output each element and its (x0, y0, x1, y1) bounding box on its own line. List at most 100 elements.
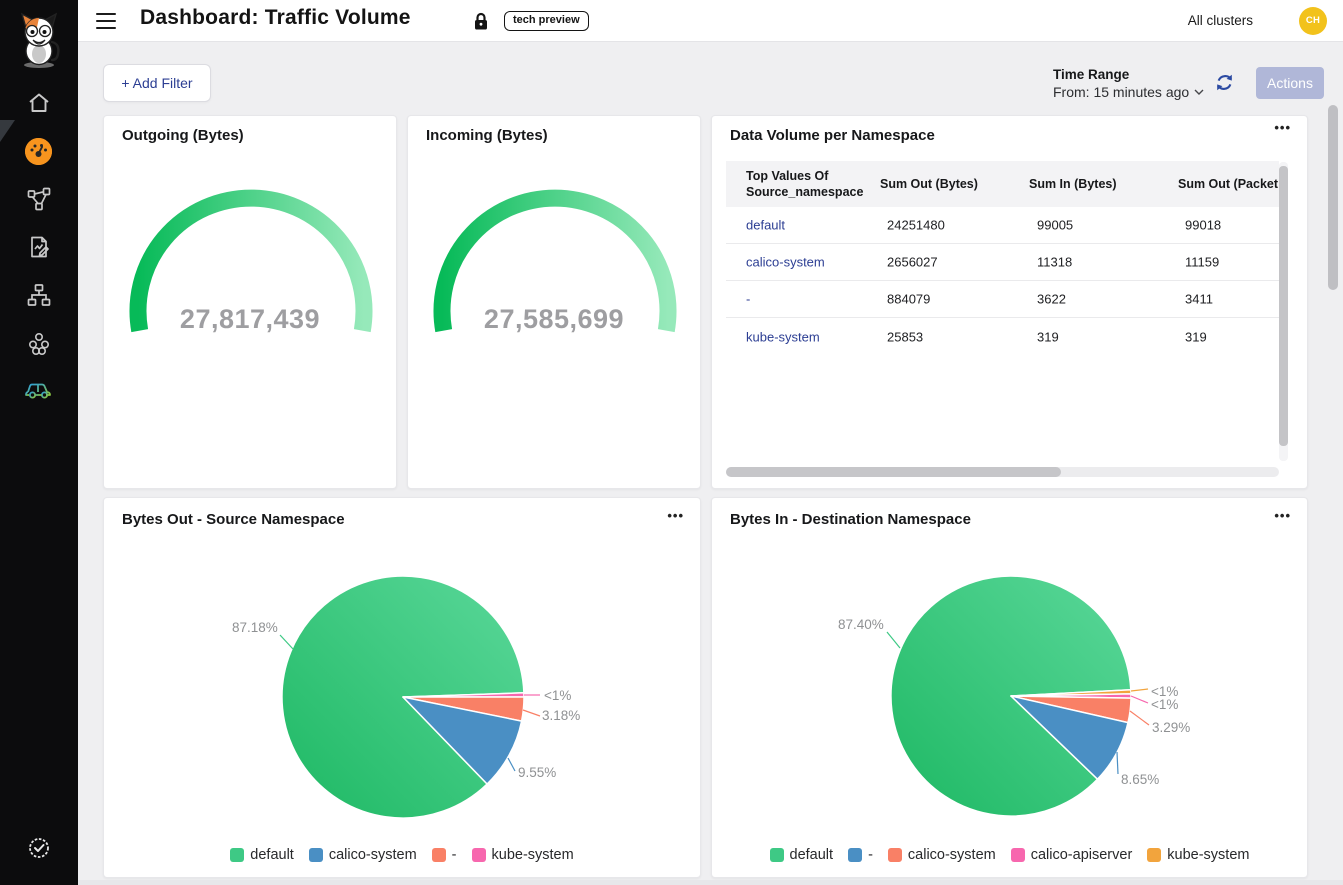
legend-label: - (868, 847, 873, 863)
panel-title: Bytes In - Destination Namespace (730, 511, 971, 528)
legend-label: default (250, 847, 294, 863)
legend-item-default[interactable]: default (770, 847, 834, 863)
leader-line (508, 758, 515, 771)
legend-item-dash[interactable]: - (432, 847, 457, 863)
pie-label-calico-apiserver: <1% (1151, 697, 1178, 712)
incoming-value: 27,585,699 (408, 304, 700, 335)
legend-item-default[interactable]: default (230, 847, 294, 863)
panel-title: Outgoing (Bytes) (122, 127, 244, 144)
refresh-icon[interactable] (1215, 73, 1234, 92)
legend-item-calico-system[interactable]: calico-system (309, 847, 417, 863)
compliance-badge-icon[interactable] (27, 836, 51, 860)
pie-legend: default calico-system - kube-system (104, 847, 700, 863)
home-icon[interactable] (27, 91, 51, 115)
legend-label: calico-system (908, 847, 996, 863)
namespace-link[interactable]: - (746, 292, 750, 307)
legend-swatch-pink (1011, 848, 1025, 862)
legend-item-kube-system[interactable]: kube-system (472, 847, 574, 863)
table-horizontal-scrollbar[interactable] (726, 467, 1061, 477)
legend-item-calico-system[interactable]: calico-system (888, 847, 996, 863)
legend-label: - (452, 847, 457, 863)
namespace-table: Top Values Of Source_namespace Sum Out (… (726, 161, 1279, 461)
avatar[interactable]: CH (1299, 7, 1327, 35)
legend-label: kube-system (1167, 847, 1249, 863)
table-vertical-scrollbar[interactable] (1279, 166, 1288, 446)
cluster-selector[interactable]: All clusters (1188, 13, 1253, 28)
leader-line (1131, 689, 1148, 691)
sum-out-packets-value: 319 (1185, 329, 1207, 344)
workloads-icon[interactable] (27, 331, 51, 355)
panel-title: Incoming (Bytes) (426, 127, 548, 144)
sum-in-value: 99005 (1037, 218, 1073, 233)
time-range: Time Range From: 15 minutes ago (1053, 67, 1204, 100)
pie-label-calico-system: 3.29% (1152, 720, 1190, 735)
column-header-sum-out: Sum Out (Bytes) (880, 176, 978, 192)
network-tree-icon[interactable] (27, 283, 51, 307)
incoming-gauge (408, 116, 702, 490)
page-scrollbar[interactable] (1328, 105, 1338, 290)
pie-label-calico-system: 9.55% (518, 765, 556, 780)
panel-menu-icon[interactable]: ••• (667, 508, 684, 523)
add-filter-button[interactable]: + Add Filter (103, 64, 211, 102)
legend-swatch-salmon (432, 848, 446, 862)
panel-bytes-in-pie: Bytes In - Destination Namespace ••• 87.… (711, 497, 1308, 878)
panel-bytes-out-pie: Bytes Out - Source Namespace ••• 87.18% … (103, 497, 701, 878)
lock-icon (473, 12, 489, 31)
pie-legend: default - calico-system calico-apiserver… (712, 847, 1307, 863)
pie-label-default: 87.18% (232, 620, 278, 635)
legend-swatch-salmon (888, 848, 902, 862)
flow-logs-icon[interactable] (27, 235, 51, 259)
bytes-out-pie-chart (104, 536, 702, 836)
sidebar (0, 0, 78, 885)
leader-line (1117, 752, 1118, 774)
table-row: default 24251480 99005 99018 (726, 207, 1279, 244)
namespace-link[interactable]: default (746, 218, 785, 233)
sum-out-value: 884079 (887, 292, 930, 307)
table-row: calico-system 2656027 11318 11159 (726, 244, 1279, 281)
outgoing-value: 27,817,439 (104, 304, 396, 335)
table-row: - 884079 3622 3411 (726, 281, 1279, 318)
leader-line (280, 635, 293, 649)
legend-item-kube-system[interactable]: kube-system (1147, 847, 1249, 863)
page-title: Dashboard: Traffic Volume (140, 6, 411, 30)
legend-swatch-green (230, 848, 244, 862)
panel-menu-icon[interactable]: ••• (1274, 508, 1291, 523)
sum-out-packets-value: 11159 (1185, 255, 1219, 270)
pie-label-kube-system: <1% (544, 688, 571, 703)
panel-menu-icon[interactable]: ••• (1274, 120, 1291, 135)
legend-label: kube-system (492, 847, 574, 863)
legend-item-dash[interactable]: - (848, 847, 873, 863)
leader-line (1130, 711, 1149, 725)
leader-line (887, 632, 900, 648)
leader-line (523, 710, 540, 716)
table-header-row: Top Values Of Source_namespace Sum Out (… (726, 161, 1279, 207)
legend-label: calico-system (329, 847, 417, 863)
bytes-in-pie-chart (712, 536, 1309, 836)
panel-incoming-bytes: Incoming (Bytes) 27,585,699 (407, 115, 701, 489)
legend-swatch-blue (848, 848, 862, 862)
legend-label: calico-apiserver (1031, 847, 1133, 863)
column-header-sum-in: Sum In (Bytes) (1029, 176, 1117, 192)
time-range-dropdown[interactable]: From: 15 minutes ago (1053, 84, 1204, 100)
time-range-value: From: 15 minutes ago (1053, 84, 1189, 100)
sum-out-value: 24251480 (887, 218, 945, 233)
namespace-link[interactable]: kube-system (746, 329, 820, 344)
dashboard-icon-active[interactable] (25, 138, 52, 165)
service-graph-icon[interactable] (27, 187, 51, 211)
traffic-car-icon[interactable] (25, 377, 53, 401)
calico-cat-logo[interactable] (14, 8, 64, 70)
actions-button[interactable]: Actions (1256, 67, 1324, 99)
namespace-link[interactable]: calico-system (746, 255, 825, 270)
pie-label-dash: 8.65% (1121, 772, 1159, 787)
legend-item-calico-apiserver[interactable]: calico-apiserver (1011, 847, 1133, 863)
sum-in-value: 11318 (1037, 255, 1072, 270)
legend-swatch-green (770, 848, 784, 862)
pie-label-default: 87.40% (838, 617, 884, 632)
pie-label-dash: 3.18% (542, 708, 580, 723)
tech-preview-badge: tech preview (504, 11, 589, 31)
sum-out-value: 2656027 (887, 255, 938, 270)
hamburger-menu-icon[interactable] (96, 11, 118, 31)
legend-label: default (790, 847, 834, 863)
panel-data-volume-table: Data Volume per Namespace ••• Top Values… (711, 115, 1308, 489)
legend-swatch-pink (472, 848, 486, 862)
